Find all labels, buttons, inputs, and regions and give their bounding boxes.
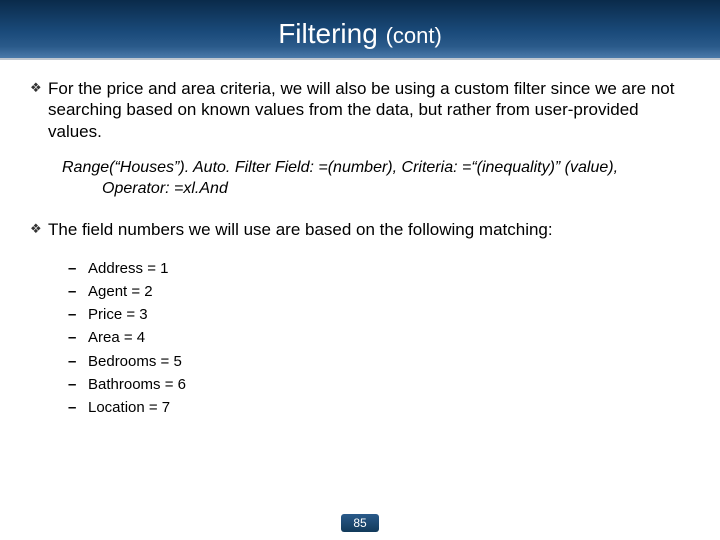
field-label: Location = 7 bbox=[88, 396, 170, 419]
field-label: Price = 3 bbox=[88, 303, 148, 326]
list-item: – Agent = 2 bbox=[68, 280, 690, 303]
field-label: Area = 4 bbox=[88, 326, 145, 349]
field-label: Address = 1 bbox=[88, 257, 168, 280]
field-list: – Address = 1 – Agent = 2 – Price = 3 – … bbox=[68, 257, 690, 420]
list-item: – Bathrooms = 6 bbox=[68, 373, 690, 396]
title-main: Filtering bbox=[278, 18, 385, 49]
field-label: Bathrooms = 6 bbox=[88, 373, 186, 396]
list-item: – Area = 4 bbox=[68, 326, 690, 349]
dash-icon: – bbox=[68, 257, 88, 280]
bullet-text: For the price and area criteria, we will… bbox=[48, 78, 690, 142]
page-number: 85 bbox=[0, 514, 720, 532]
field-label: Bedrooms = 5 bbox=[88, 350, 182, 373]
title-bar: Filtering (cont) bbox=[0, 0, 720, 60]
diamond-icon: ❖ bbox=[30, 78, 48, 98]
code-line: Range(“Houses”). Auto. Filter Field: =(n… bbox=[62, 158, 690, 179]
title-sub: (cont) bbox=[386, 23, 442, 48]
bullet-text: The field numbers we will use are based … bbox=[48, 219, 690, 240]
dash-icon: – bbox=[68, 373, 88, 396]
code-line: Operator: =xl.And bbox=[62, 179, 690, 200]
dash-icon: – bbox=[68, 280, 88, 303]
code-block: Range(“Houses”). Auto. Filter Field: =(n… bbox=[62, 158, 690, 200]
list-item: – Location = 7 bbox=[68, 396, 690, 419]
page-number-badge: 85 bbox=[341, 514, 378, 532]
dash-icon: – bbox=[68, 303, 88, 326]
diamond-icon: ❖ bbox=[30, 219, 48, 239]
slide: Filtering (cont) ❖ For the price and are… bbox=[0, 0, 720, 540]
slide-body: ❖ For the price and area criteria, we wi… bbox=[0, 60, 720, 419]
dash-icon: – bbox=[68, 396, 88, 419]
dash-icon: – bbox=[68, 326, 88, 349]
list-item: – Bedrooms = 5 bbox=[68, 350, 690, 373]
list-item: – Price = 3 bbox=[68, 303, 690, 326]
list-item: – Address = 1 bbox=[68, 257, 690, 280]
bullet-item: ❖ For the price and area criteria, we wi… bbox=[30, 78, 690, 142]
slide-title: Filtering (cont) bbox=[278, 18, 442, 50]
field-label: Agent = 2 bbox=[88, 280, 153, 303]
bullet-item: ❖ The field numbers we will use are base… bbox=[30, 219, 690, 240]
dash-icon: – bbox=[68, 350, 88, 373]
